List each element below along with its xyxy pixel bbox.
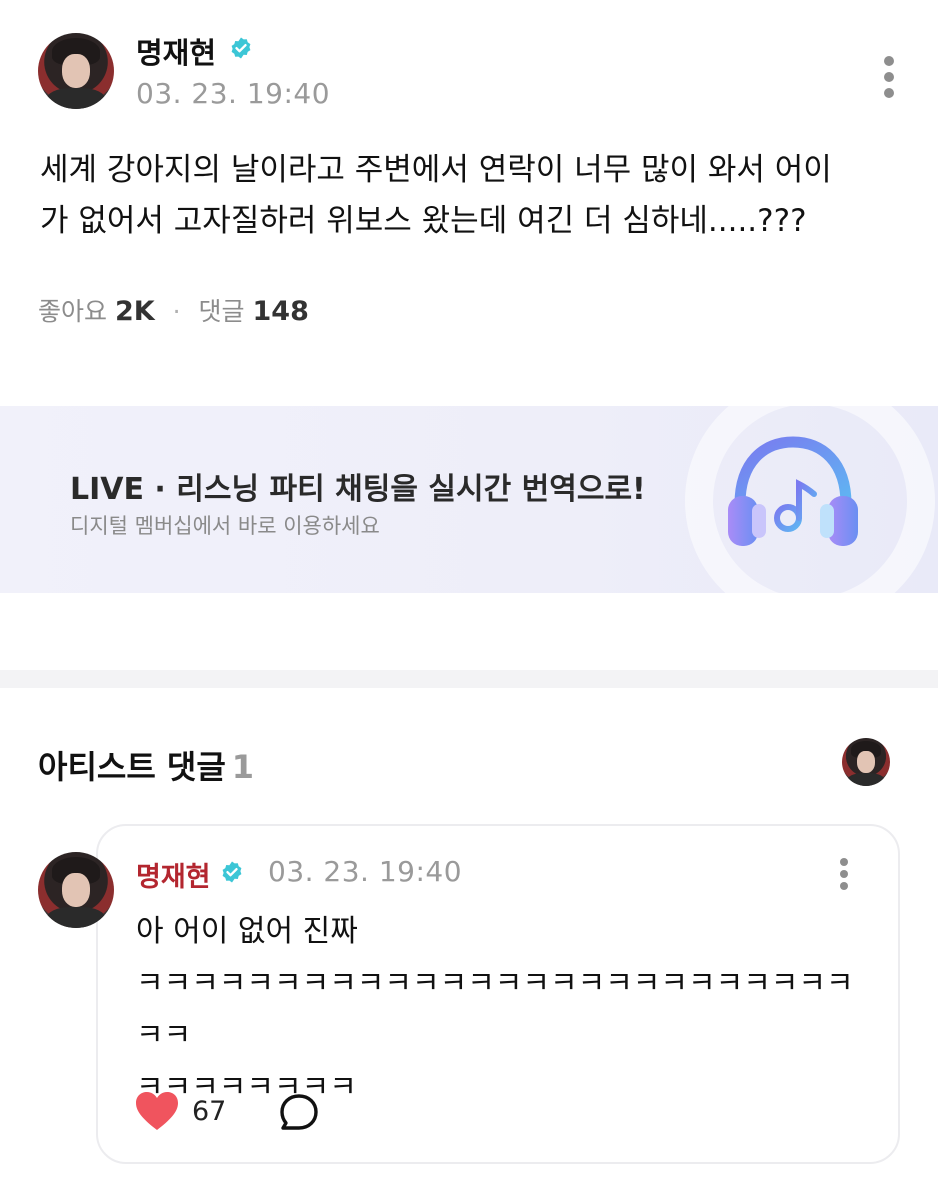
post-author-name[interactable]: 명재현: [136, 30, 216, 72]
artist-avatar[interactable]: [842, 738, 890, 786]
comment-like-count: 67: [192, 1096, 227, 1127]
artist-comments-title: 아티스트 댓글 1: [38, 742, 254, 788]
comments-label[interactable]: 댓글: [199, 297, 245, 326]
verified-icon: [231, 37, 251, 59]
comment-text: 아 어이 없어 진짜 ㅋㅋㅋㅋㅋㅋㅋㅋㅋㅋㅋㅋㅋㅋㅋㅋㅋㅋㅋㅋㅋㅋㅋㅋㅋㅋㅋㅋ …: [136, 906, 876, 1114]
comment-author-avatar[interactable]: [38, 852, 114, 928]
post-more-icon[interactable]: [872, 52, 908, 102]
banner-title: LIVE · 리스닝 파티 채팅을 실시간 번역으로!: [70, 472, 646, 507]
stats-separator: ·: [172, 297, 181, 326]
post-date: 03. 23. 19:40: [136, 77, 331, 110]
post-author-avatar[interactable]: [38, 33, 114, 109]
comment-author-name[interactable]: 명재현: [136, 855, 211, 894]
reply-bubble-icon[interactable]: [278, 1092, 320, 1134]
headphone-music-icon: [728, 436, 858, 546]
comment-line: ㅋㅋㅋㅋㅋㅋㅋㅋㅋㅋㅋㅋㅋㅋㅋㅋㅋㅋㅋㅋㅋㅋㅋㅋㅋㅋㅋㅋ: [136, 966, 854, 1053]
likes-label: 좋아요: [38, 297, 108, 326]
heart-icon[interactable]: [134, 1090, 180, 1132]
banner-subtitle: 디지털 멤버십에서 바로 이용하세요: [70, 514, 380, 538]
comment-line: 아 어이 없어 진짜: [136, 914, 358, 949]
artist-comments-count: 1: [231, 748, 255, 786]
artist-comments-label: 아티스트 댓글: [38, 748, 226, 786]
comment-date: 03. 23. 19:40: [268, 855, 463, 888]
section-divider: [0, 670, 938, 688]
verified-icon: [222, 861, 242, 883]
comments-value[interactable]: 148: [253, 296, 309, 327]
comment-more-icon[interactable]: [826, 852, 862, 892]
post-stats: 좋아요 2K · 댓글 148: [38, 292, 309, 328]
post-body-line: 가 없어서 고자질하러 위보스 왔는데 여긴 더 심하네.....???: [40, 203, 807, 239]
post-body-line: 세계 강아지의 날이라고 주변에서 연락이 너무 많이 와서 어이: [40, 152, 832, 188]
post-body: 세계 강아지의 날이라고 주변에서 연락이 너무 많이 와서 어이 가 없어서 …: [40, 145, 910, 247]
likes-value: 2K: [114, 296, 155, 327]
comment-line: ㅋㅋㅋㅋㅋㅋㅋㅋ: [136, 1070, 357, 1105]
